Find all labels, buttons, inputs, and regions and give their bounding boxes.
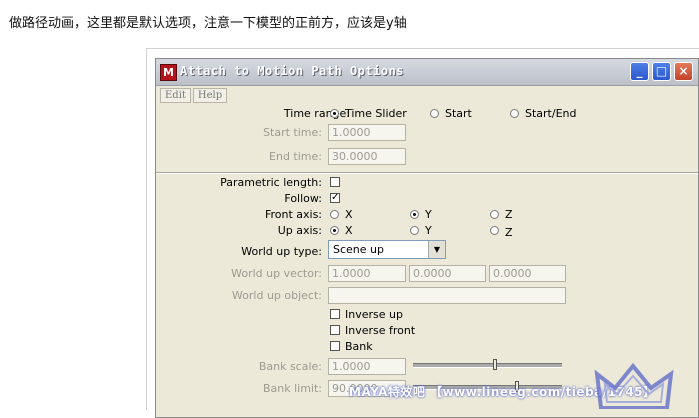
up-axis-x-label[interactable]: X (345, 224, 353, 237)
front-axis-y-radio[interactable] (410, 210, 419, 219)
time-range-start-end-label[interactable]: Start/End (525, 107, 576, 120)
bank-label[interactable]: Bank (345, 340, 373, 353)
time-range-time-slider-label[interactable]: Time Slider (345, 107, 407, 120)
up-axis-z-radio[interactable] (490, 226, 499, 235)
end-time-label: End time: (269, 150, 322, 163)
bank-scale-field[interactable]: 1.0000 (328, 358, 406, 375)
world-up-type-label: World up type: (241, 245, 322, 258)
maximize-button[interactable]: □ (652, 62, 671, 81)
world-up-vector-z-field[interactable]: 0.0000 (489, 265, 566, 282)
bank-checkbox[interactable] (330, 341, 340, 351)
front-axis-y-label[interactable]: Y (425, 208, 432, 221)
bank-scale-label: Bank scale: (258, 360, 322, 373)
title-bar[interactable]: M Attach to Motion Path Options _ □ × (156, 59, 698, 86)
chevron-down-icon: ▼ (428, 241, 445, 258)
time-range-time-slider-radio[interactable] (330, 109, 339, 118)
time-range-start-radio[interactable] (430, 109, 439, 118)
time-range-start-label[interactable]: Start (445, 107, 472, 120)
front-axis-x-label[interactable]: X (345, 208, 353, 221)
up-axis-y-label[interactable]: Y (425, 224, 432, 237)
start-time-label: Start time: (263, 126, 322, 139)
inverse-front-label[interactable]: Inverse front (345, 324, 415, 337)
maya-icon: M (160, 64, 177, 81)
caption-text: 做路径动画，这里都是默认选项，注意一下模型的正前方，应该是y轴 (9, 16, 407, 31)
end-time-field[interactable]: 30.0000 (328, 148, 406, 165)
window-title: Attach to Motion Path Options (180, 64, 405, 78)
follow-checkbox[interactable]: ✓ (330, 193, 340, 203)
world-up-vector-x-field[interactable]: 1.0000 (328, 265, 406, 282)
time-range-start-end-radio[interactable] (510, 109, 519, 118)
bank-scale-slider-thumb[interactable] (492, 359, 497, 370)
up-axis-z-label[interactable]: Z (505, 226, 513, 239)
inverse-up-checkbox[interactable] (330, 309, 340, 319)
inverse-front-checkbox[interactable] (330, 325, 340, 335)
up-axis-y-radio[interactable] (410, 226, 419, 235)
front-axis-x-radio[interactable] (330, 210, 339, 219)
up-axis-label: Up axis: (277, 224, 322, 237)
minimize-button[interactable]: _ (630, 62, 649, 81)
follow-label: Follow: (284, 192, 322, 205)
world-up-object-label: World up object: (231, 289, 322, 302)
menu-help[interactable]: Help (192, 88, 228, 103)
parametric-length-label: Parametric length: (220, 176, 322, 189)
section-divider (156, 172, 698, 174)
start-time-field[interactable]: 1.0000 (328, 124, 406, 141)
front-axis-label: Front axis: (264, 208, 322, 221)
close-button[interactable]: × (674, 62, 693, 81)
world-up-vector-label: World up vector: (231, 267, 322, 280)
world-up-type-value: Scene up (333, 243, 384, 256)
world-up-vector-y-field[interactable]: 0.0000 (409, 265, 486, 282)
world-up-object-field[interactable] (328, 287, 566, 304)
world-up-type-select[interactable]: Scene up ▼ (328, 240, 446, 259)
checkmark-icon: ✓ (331, 192, 340, 203)
menu-edit[interactable]: Edit (160, 88, 191, 103)
up-axis-x-radio[interactable] (330, 226, 339, 235)
inverse-up-label[interactable]: Inverse up (345, 308, 403, 321)
menu-bar: Edit Help (160, 88, 229, 104)
watermark-logo (594, 362, 674, 409)
parametric-length-checkbox[interactable] (330, 177, 340, 187)
bank-scale-slider[interactable] (413, 363, 562, 368)
bank-limit-label: Bank limit: (262, 382, 322, 395)
front-axis-z-label[interactable]: Z (505, 208, 513, 221)
front-axis-z-radio[interactable] (490, 210, 499, 219)
